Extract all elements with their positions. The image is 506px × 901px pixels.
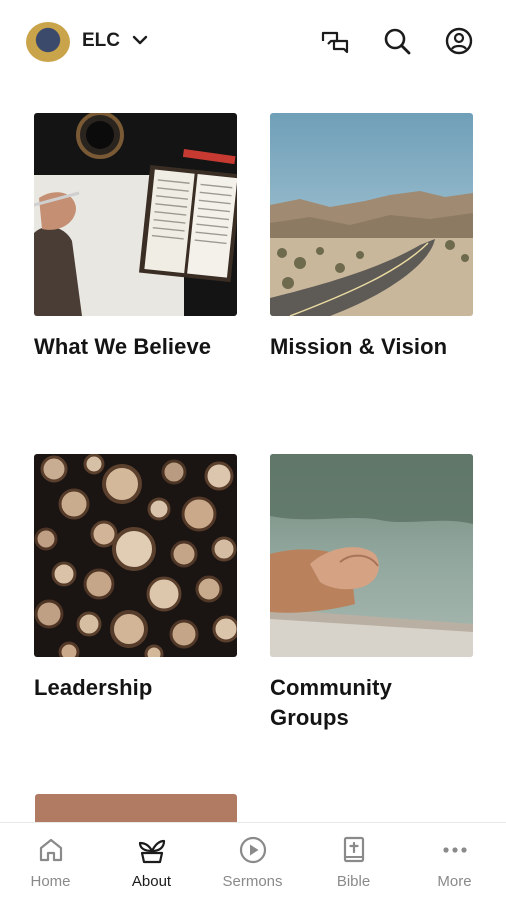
plant-icon	[137, 835, 167, 865]
card-mission-vision[interactable]: Mission & Vision	[270, 113, 473, 362]
bottom-navigation: Home About Sermons Bible More	[0, 822, 506, 901]
chat-icon[interactable]	[320, 27, 350, 57]
card-title: What We Believe	[34, 334, 212, 359]
stacked-logs-photo	[34, 454, 237, 657]
chevron-down-icon[interactable]	[131, 31, 149, 54]
card-title: Leadership	[34, 675, 153, 700]
bible-icon	[339, 835, 369, 865]
church-logo-icon[interactable]	[26, 22, 70, 62]
search-icon[interactable]	[382, 27, 412, 57]
play-circle-icon	[238, 835, 268, 865]
nav-sermons[interactable]: Sermons	[202, 823, 303, 901]
top-header: ELC	[0, 0, 506, 70]
card-title: Mission & Vision	[270, 334, 448, 359]
card-community-groups[interactable]: Community Groups	[270, 454, 473, 733]
nav-about-label: About	[131, 873, 172, 890]
card-leadership[interactable]: Leadership	[34, 454, 237, 703]
nav-more[interactable]: More	[404, 823, 505, 901]
nav-home-label: Home	[30, 873, 71, 890]
open-bible-notebook-photo	[34, 113, 237, 316]
nav-more-label: More	[437, 873, 472, 890]
org-name[interactable]: ELC	[82, 30, 120, 52]
hands-lake-photo	[270, 454, 473, 657]
nav-home[interactable]: Home	[0, 823, 101, 901]
profile-icon[interactable]	[444, 27, 474, 57]
nav-bible-label: Bible	[336, 873, 371, 890]
home-icon	[36, 835, 66, 865]
more-dots-icon	[440, 835, 470, 865]
nav-sermons-label: Sermons	[222, 873, 283, 890]
card-title: Community Groups	[270, 675, 392, 730]
nav-bible[interactable]: Bible	[303, 823, 404, 901]
card-what-we-believe[interactable]: What We Believe	[34, 113, 237, 362]
desert-road-photo	[270, 113, 473, 316]
nav-about[interactable]: About	[101, 823, 202, 901]
